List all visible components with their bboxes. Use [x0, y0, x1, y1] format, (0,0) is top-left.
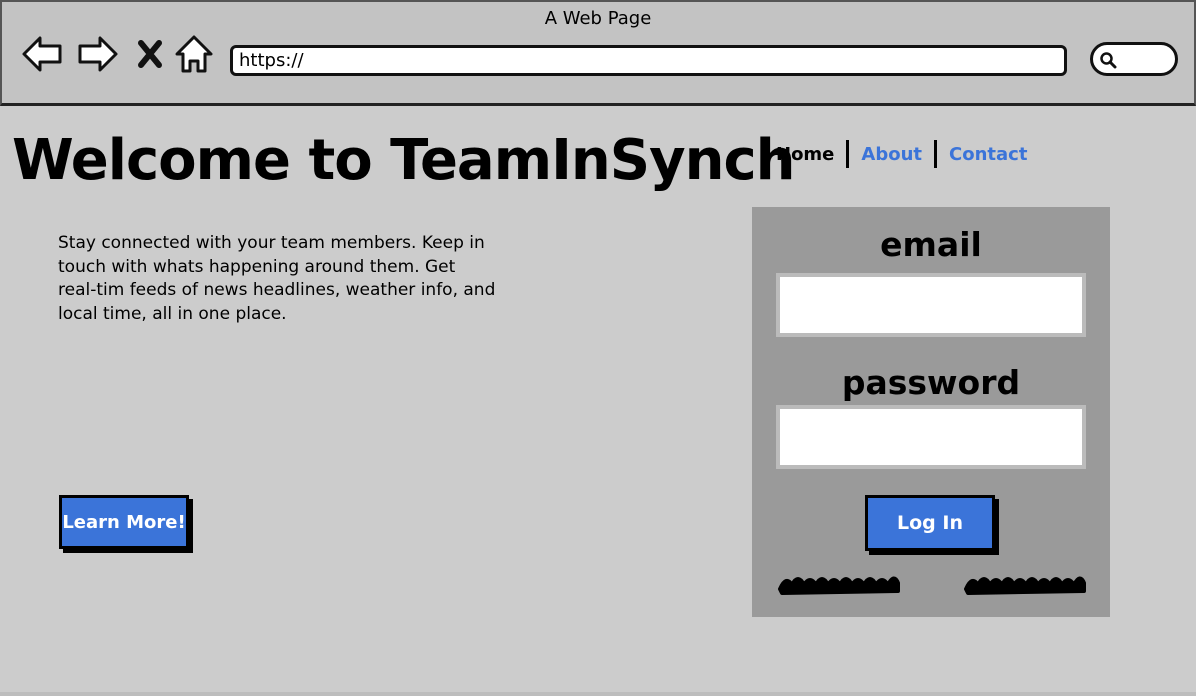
browser-chrome: A Web Page https://: [0, 0, 1196, 106]
search-icon: [1100, 52, 1117, 69]
forward-arrow-icon[interactable]: [76, 32, 120, 76]
page-title: Welcome to TeamInSynch: [12, 128, 796, 193]
nav-separator: [846, 140, 850, 168]
page-bottom-edge: [0, 692, 1196, 696]
login-button[interactable]: Log In: [865, 495, 995, 551]
scribble-link-left[interactable]: [776, 567, 902, 595]
back-arrow-icon[interactable]: [20, 32, 64, 76]
email-label: email: [880, 225, 982, 264]
scribble-link-right[interactable]: [962, 567, 1088, 595]
intro-text: Stay connected with your team members. K…: [58, 233, 496, 324]
url-bar[interactable]: https://: [230, 45, 1067, 76]
login-panel: email password Log In: [752, 207, 1110, 617]
nav-home[interactable]: Home: [776, 144, 834, 165]
url-text: https://: [239, 50, 304, 71]
learn-more-button[interactable]: Learn More!: [59, 495, 189, 549]
password-field[interactable]: [776, 405, 1086, 469]
email-field[interactable]: [776, 273, 1086, 337]
password-label: password: [841, 363, 1021, 402]
search-box[interactable]: [1090, 42, 1178, 76]
window-title: A Web Page: [544, 8, 652, 29]
stop-icon[interactable]: [128, 32, 172, 76]
nav-separator: [934, 140, 938, 168]
home-icon[interactable]: [172, 32, 216, 76]
nav-about-link[interactable]: About: [861, 144, 922, 165]
top-nav: Home About Contact: [776, 140, 1027, 168]
nav-contact-link[interactable]: Contact: [949, 144, 1027, 165]
